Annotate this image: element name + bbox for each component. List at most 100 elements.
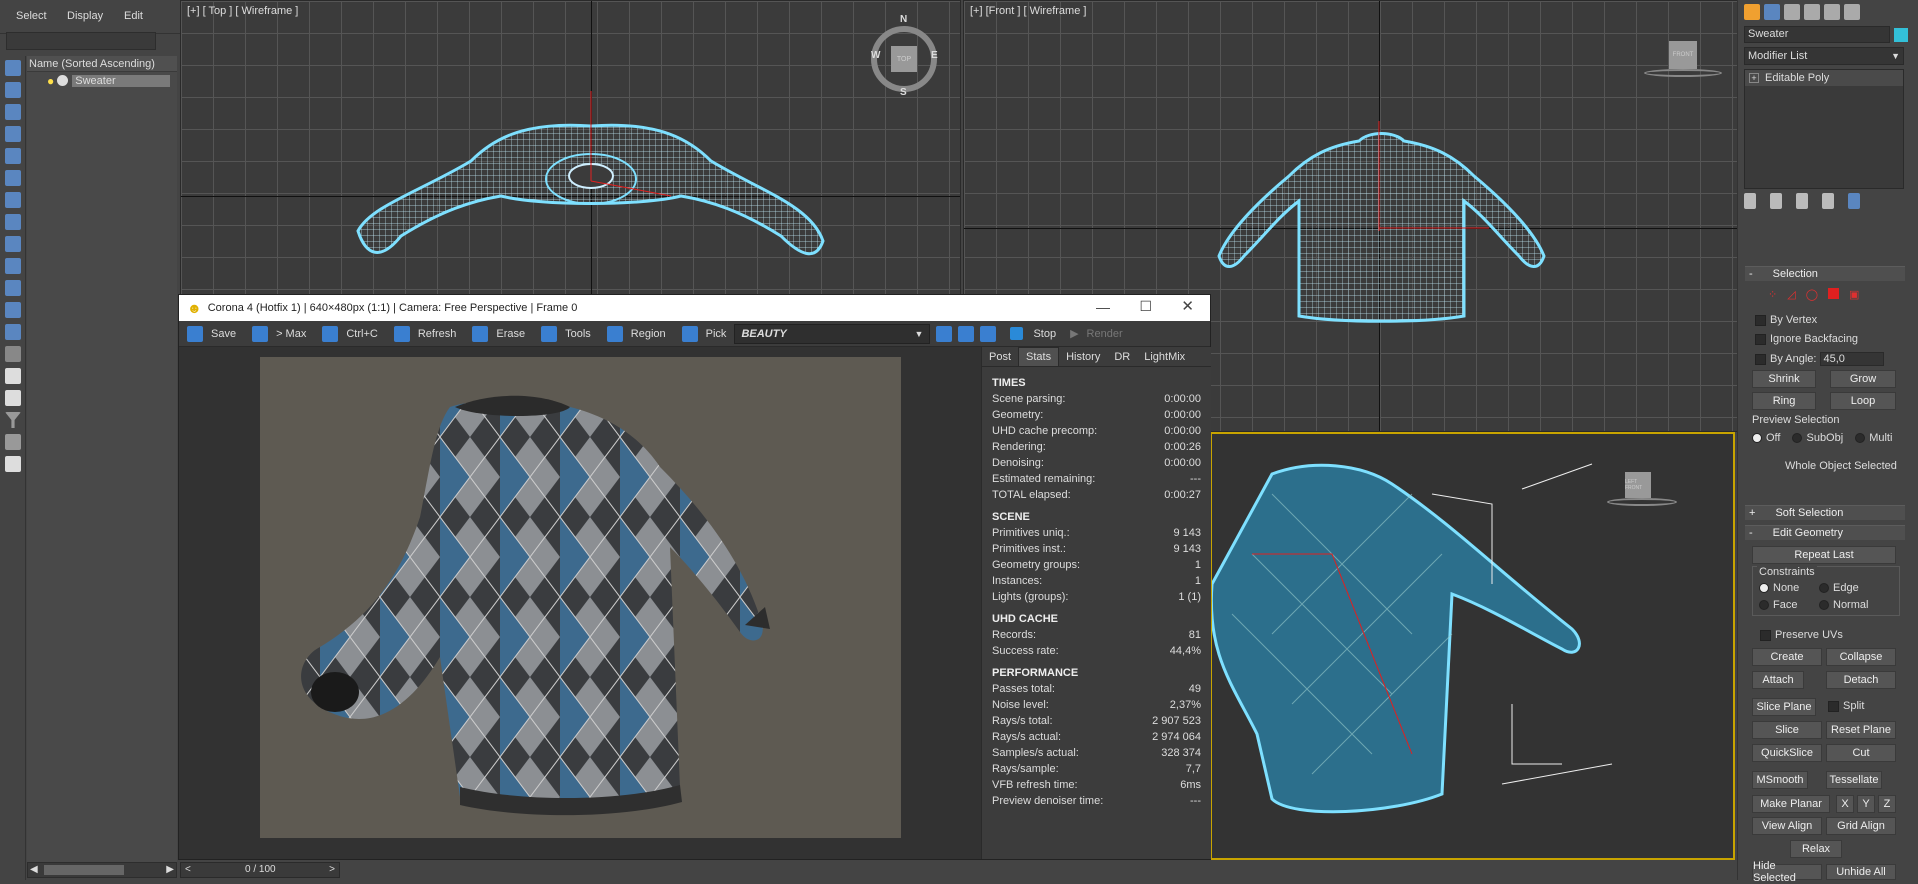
erase-button[interactable]: Erase — [464, 325, 533, 342]
bones-filter-icon[interactable] — [5, 258, 21, 274]
view-align-button[interactable]: View Align — [1752, 817, 1822, 835]
tab-stats[interactable]: Stats — [1018, 346, 1060, 367]
stack-item-editable-poly[interactable]: + Editable Poly — [1745, 70, 1903, 86]
configure-sets-icon[interactable] — [1848, 193, 1860, 209]
make-planar-button[interactable]: Make Planar — [1752, 795, 1830, 813]
collapse-button[interactable]: Collapse — [1826, 648, 1896, 666]
layer-manager-icon[interactable] — [5, 456, 21, 472]
region-button[interactable]: Region — [599, 325, 674, 342]
edge-icon[interactable]: ◿ — [1787, 288, 1795, 301]
cut-button[interactable]: Cut — [1826, 744, 1896, 762]
create-button[interactable]: Create — [1752, 648, 1822, 666]
refresh-button[interactable]: Refresh — [386, 325, 465, 342]
frozen-filter-icon[interactable] — [5, 302, 21, 318]
groups-filter-icon[interactable] — [5, 214, 21, 230]
explorer-hscrollbar[interactable]: ◀ ▶ — [27, 862, 177, 878]
page-icon[interactable] — [5, 368, 21, 384]
helpers-filter-icon[interactable] — [5, 170, 21, 186]
by-angle-checkbox[interactable]: By Angle: 45,0 — [1755, 352, 1885, 366]
timeline-slider[interactable]: < 0 / 100 > — [180, 862, 340, 878]
save-button[interactable]: Save — [179, 325, 244, 342]
zoom-in-icon[interactable] — [936, 325, 953, 342]
modifier-list-dropdown[interactable]: Modifier List ▼ — [1744, 47, 1904, 65]
radio-off[interactable]: Off — [1752, 432, 1780, 444]
scroll-left-icon[interactable]: ◀ — [30, 864, 38, 875]
polygon-icon[interactable] — [1828, 288, 1839, 299]
rollout-edit-geometry[interactable]: - Edit Geometry — [1745, 525, 1905, 540]
border-icon[interactable]: ◯ — [1806, 288, 1818, 301]
ring-button[interactable]: Ring — [1752, 392, 1816, 410]
slice-button[interactable]: Slice — [1752, 721, 1822, 739]
scroll-thumb[interactable] — [44, 865, 124, 875]
render-button[interactable]: ▶ Render — [1064, 327, 1129, 341]
create-tab-icon[interactable] — [1744, 4, 1760, 20]
constraint-face[interactable]: Face — [1759, 599, 1797, 611]
radio-multi[interactable]: Multi — [1855, 432, 1892, 444]
xrefs-filter-icon[interactable] — [5, 236, 21, 252]
doc-icon[interactable] — [5, 390, 21, 406]
menu-edit[interactable]: Edit — [124, 10, 143, 22]
minimize-icon[interactable]: — — [1096, 299, 1110, 315]
menu-select[interactable]: Select — [16, 10, 47, 22]
remove-modifier-icon[interactable] — [1822, 193, 1834, 209]
pick-button[interactable]: Pick — [674, 325, 735, 342]
slice-plane-button[interactable]: Slice Plane — [1752, 698, 1816, 716]
make-planar-x-button[interactable]: X — [1836, 795, 1854, 813]
shrink-button[interactable]: Shrink — [1752, 370, 1816, 388]
make-planar-y-button[interactable]: Y — [1857, 795, 1875, 813]
vertex-icon[interactable]: ⁘ — [1768, 288, 1777, 301]
quickslice-button[interactable]: QuickSlice — [1752, 744, 1822, 762]
repeat-last-button[interactable]: Repeat Last — [1752, 546, 1896, 564]
lights-filter-icon[interactable] — [5, 126, 21, 142]
sweater-top-wireframe[interactable] — [181, 1, 961, 300]
reset-plane-button[interactable]: Reset Plane — [1826, 721, 1896, 739]
modify-tab-icon[interactable] — [1764, 4, 1780, 20]
explorer-search-input[interactable] — [6, 32, 156, 50]
tab-post[interactable]: Post — [982, 351, 1018, 363]
grow-button[interactable]: Grow — [1830, 370, 1896, 388]
tab-lightmix[interactable]: LightMix — [1137, 351, 1192, 363]
stop-button[interactable]: Stop — [1002, 327, 1064, 340]
containers-filter-icon[interactable] — [5, 280, 21, 296]
explorer-column-header[interactable]: Name (Sorted Ascending) — [27, 56, 177, 72]
angle-spinner[interactable]: 45,0 — [1820, 352, 1885, 366]
shapes-filter-icon[interactable] — [5, 104, 21, 120]
relax-button[interactable]: Relax — [1790, 840, 1842, 858]
render-pass-select[interactable]: BEAUTY ▼ — [734, 323, 931, 344]
unhide-all-button[interactable]: Unhide All — [1826, 864, 1896, 880]
constraint-edge[interactable]: Edge — [1819, 582, 1859, 594]
display-tab-icon[interactable] — [1824, 4, 1840, 20]
object-color-swatch[interactable] — [1894, 27, 1908, 42]
geometry-filter-icon[interactable] — [5, 82, 21, 98]
tab-history[interactable]: History — [1059, 351, 1107, 363]
msmooth-button[interactable]: MSmooth — [1752, 771, 1808, 789]
object-name-field[interactable]: Sweater — [1744, 26, 1890, 43]
filter-icon[interactable] — [5, 412, 21, 428]
make-unique-icon[interactable] — [1796, 193, 1808, 209]
light-bulb-icon[interactable]: ● — [47, 74, 54, 88]
freeze-icon[interactable] — [57, 75, 69, 86]
show-end-result-icon[interactable] — [1770, 193, 1782, 209]
loop-button[interactable]: Loop — [1830, 392, 1896, 410]
utilities-tab-icon[interactable] — [1844, 4, 1860, 20]
menu-display[interactable]: Display — [67, 10, 103, 22]
constraint-none[interactable]: None — [1759, 582, 1799, 594]
close-icon[interactable]: ✕ — [1181, 297, 1194, 315]
vfb-titlebar[interactable]: ☻ Corona 4 (Hotfix 1) | 640×480px (1:1) … — [179, 295, 1210, 321]
hide-selected-button[interactable]: Hide Selected — [1752, 860, 1822, 884]
vfb-canvas[interactable] — [179, 347, 981, 859]
rollout-selection[interactable]: - Selection — [1745, 266, 1905, 281]
zoom-out-icon[interactable] — [958, 325, 975, 342]
viewport-top[interactable]: [+] [ Top ] [ Wireframe ] TOP N S W E — [180, 0, 961, 300]
sweater-shaded-model[interactable] — [1212, 434, 1735, 860]
hidden-filter-icon[interactable] — [5, 324, 21, 340]
hierarchy-tab-icon[interactable] — [1784, 4, 1800, 20]
tessellate-button[interactable]: Tessellate — [1826, 771, 1882, 789]
zoom-fit-icon[interactable] — [980, 325, 997, 342]
rollout-soft-selection[interactable]: + Soft Selection — [1745, 505, 1905, 520]
copy-button[interactable]: Ctrl+C — [314, 325, 385, 342]
preserve-uvs-checkbox[interactable]: Preserve UVs — [1760, 629, 1843, 641]
filter-settings-icon[interactable] — [5, 434, 21, 450]
next-frame-icon[interactable]: > — [329, 864, 335, 875]
attach-button[interactable]: Attach — [1752, 671, 1804, 689]
